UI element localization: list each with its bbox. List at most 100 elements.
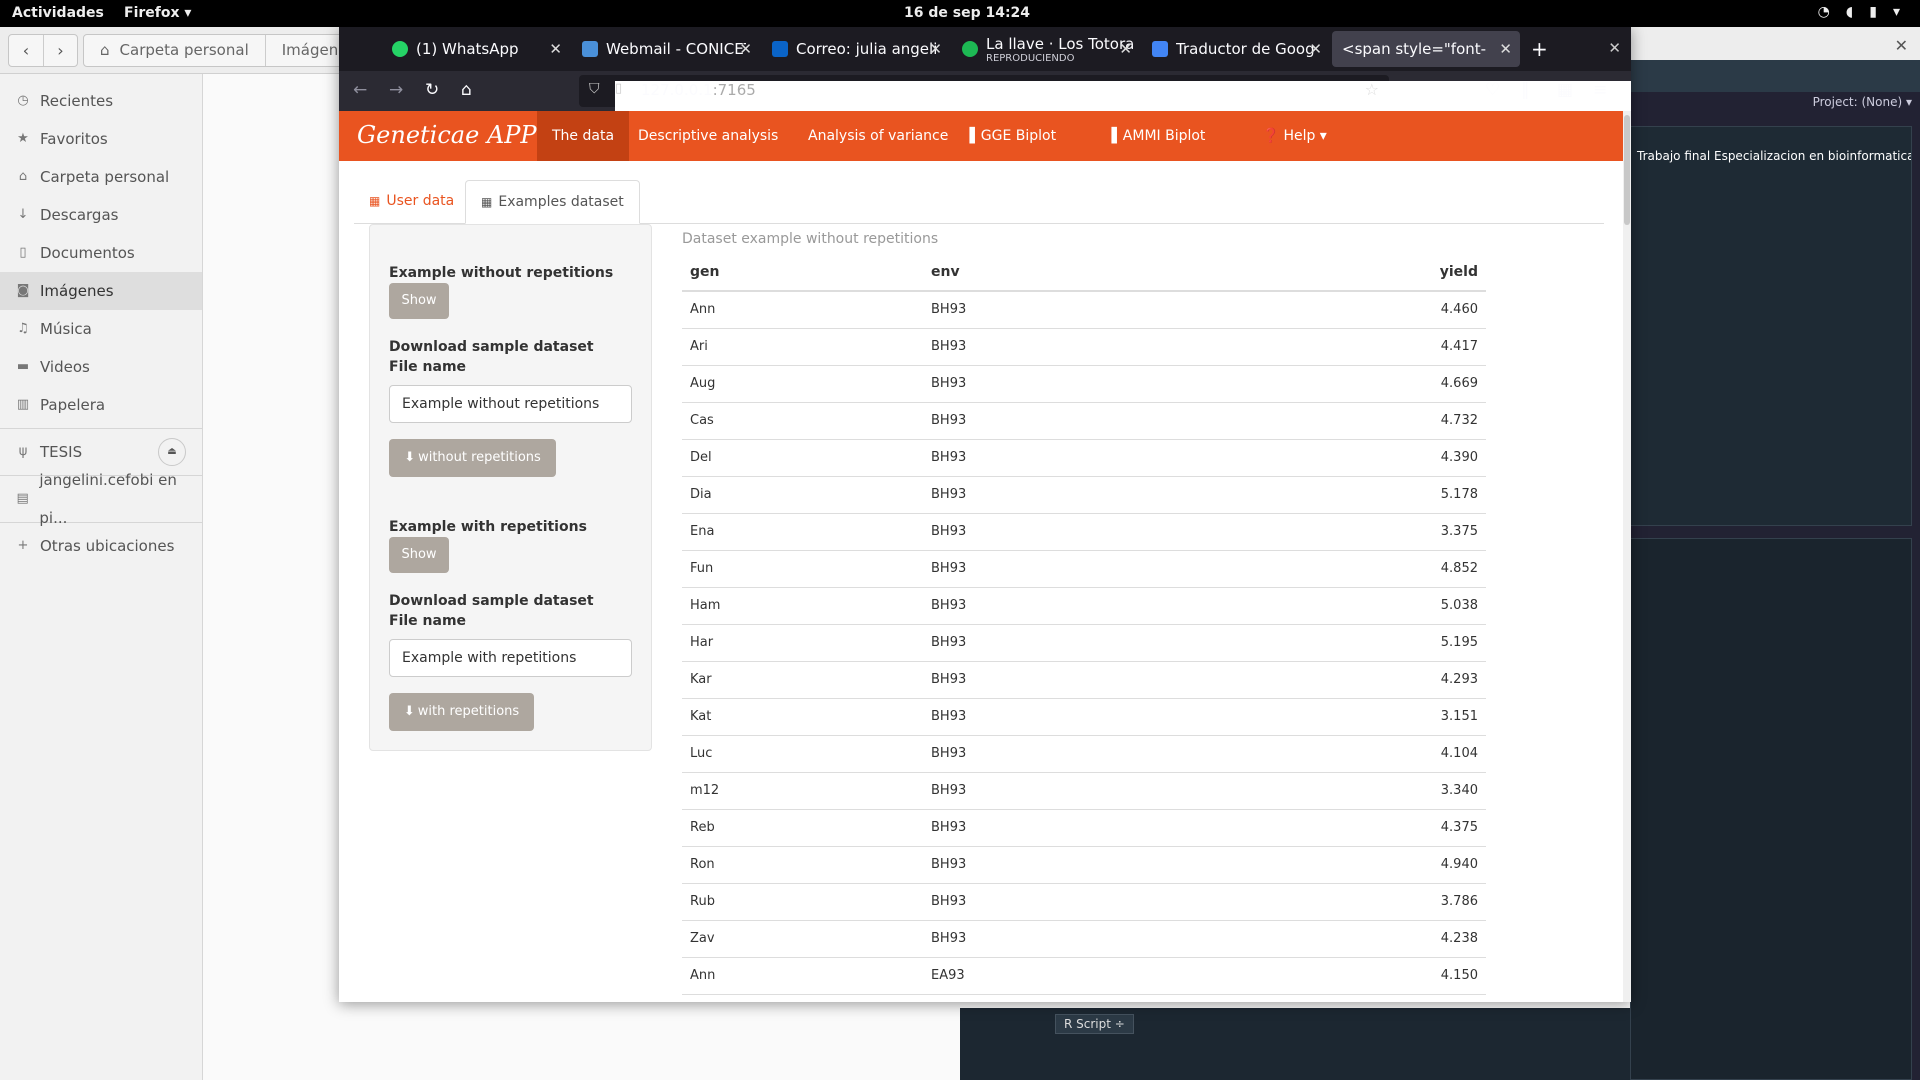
tab-spotify[interactable]: La llave · Los Totora REPRODUCIENDO ✕ (950, 31, 1140, 67)
tab-google-translate[interactable]: Traductor de Google ✕ (1140, 31, 1330, 67)
sidebar-item-images[interactable]: ◙ Imágenes (0, 272, 202, 310)
sidebar-item-downloads[interactable]: ↓ Descargas (0, 196, 202, 234)
cell-env: EA93 (931, 968, 965, 983)
clock[interactable]: 16 de sep 14:24 (904, 5, 1030, 21)
cell-env: BH93 (931, 524, 967, 539)
examples-sidebar-panel: Example without repetitions Show Downloa… (369, 224, 652, 751)
nav-analysis-of-variance[interactable]: Analysis of variance (793, 111, 963, 161)
page-scrollbar[interactable] (1623, 111, 1631, 1002)
tab-webmail[interactable]: Webmail - CONICET ✕ (570, 31, 760, 67)
close-tab-icon[interactable]: ✕ (1119, 40, 1132, 58)
cell-yield: 4.238 (1440, 931, 1478, 946)
app-brand[interactable]: Geneticae APP (357, 121, 537, 149)
cell-env: BH93 (931, 413, 967, 428)
cell-yield: 4.390 (1440, 450, 1478, 465)
close-tab-icon[interactable]: ✕ (739, 40, 752, 58)
sidebar-item-videos[interactable]: ▬ Videos (0, 348, 202, 386)
file-name-label: File name (389, 613, 467, 629)
cell-yield: 4.940 (1440, 857, 1478, 872)
back-icon[interactable]: ← (353, 80, 367, 100)
cell-env: BH93 (931, 783, 967, 798)
close-window-icon[interactable]: ✕ (1608, 39, 1621, 57)
show-with-button[interactable]: Show (389, 537, 449, 573)
cell-gen: Kar (690, 672, 712, 687)
table-row: Kat BH93 3.151 (682, 699, 1486, 736)
tab-whatsapp[interactable]: (1) WhatsApp ✕ (380, 31, 570, 67)
sidebar-item-home[interactable]: ⌂ Carpeta personal (0, 158, 202, 196)
cell-gen: Ann (690, 302, 716, 317)
cell-gen: Aug (690, 376, 716, 391)
close-icon[interactable]: ✕ (1895, 36, 1908, 55)
cell-yield: 4.669 (1440, 376, 1478, 391)
plus-icon: + (17, 538, 29, 553)
table-row: Fun BH93 4.852 (682, 551, 1486, 588)
nav-descriptive-analysis[interactable]: Descriptive analysis (623, 111, 793, 161)
system-tray[interactable]: ◔ ◖ ▮ ▾ (1818, 4, 1900, 20)
library-icon[interactable]: ‖ (1521, 80, 1530, 100)
menu-icon[interactable]: ≡ (1593, 80, 1607, 100)
download-with-button[interactable]: ⬇ with repetitions (389, 693, 534, 731)
chevron-down-icon: ▾ (1892, 4, 1900, 20)
new-tab-icon[interactable]: + (1531, 37, 1548, 61)
file-name-without-input[interactable]: Example without repetitions (389, 385, 632, 423)
wifi-icon: ◔ (1817, 4, 1830, 20)
volume-icon: ◖ (1845, 4, 1854, 20)
nav-gge-biplot[interactable]: ▐ GGE Biplot (949, 111, 1071, 161)
url-bar[interactable]: ⛉ ▯ 127.0.0.1:7165 ☆ (579, 75, 1631, 972)
mail-icon (582, 41, 598, 57)
cell-yield: 3.786 (1440, 894, 1478, 909)
sidebar-item-favorites[interactable]: ★ Favoritos (0, 120, 202, 158)
cell-gen: Dia (690, 487, 712, 502)
nav-ammi-biplot[interactable]: ▐ AMMI Biplot (1091, 111, 1220, 161)
forward-icon[interactable]: › (43, 35, 77, 66)
file-name-label: File name (389, 359, 467, 375)
tab-user-data[interactable]: ▦ User data (354, 180, 469, 224)
show-without-button[interactable]: Show (389, 283, 449, 319)
breadcrumb: ⌂ Carpeta personal Imágenes (83, 34, 373, 67)
bookmark-star-icon[interactable]: ☆ (1365, 80, 1379, 99)
close-tab-icon[interactable]: ✕ (549, 40, 562, 58)
scrollbar-thumb[interactable] (1624, 115, 1630, 225)
sidebar-item-other-locations[interactable]: + Otras ubicaciones (0, 527, 202, 565)
sidebar-item-trash[interactable]: ▥ Papelera (0, 386, 202, 424)
project-menu[interactable]: Project: (None) ▾ (1813, 95, 1912, 109)
close-tab-icon[interactable]: ✕ (1309, 40, 1322, 58)
column-header-yield[interactable]: yield (1440, 264, 1478, 280)
tab-geneticae[interactable]: <span style="font-family ✕ (1332, 31, 1520, 67)
file-name-with-input[interactable]: Example with repetitions (389, 639, 632, 677)
column-header-gen[interactable]: gen (690, 264, 719, 280)
download-title: Download sample dataset (389, 593, 594, 609)
tab-outlook[interactable]: Correo: julia angelini ✕ (760, 31, 950, 67)
download-without-button[interactable]: ⬇ without repetitions (389, 439, 556, 477)
cell-env: BH93 (931, 598, 967, 613)
cell-gen: Ron (690, 857, 715, 872)
sidebar-item-music[interactable]: ♫ Música (0, 310, 202, 348)
app-menu-button[interactable]: Firefox ▾ (124, 5, 191, 21)
data-tabs: ▦ User data ▦ Examples dataset (354, 180, 1604, 224)
script-type-selector[interactable]: R Script ÷ (1055, 1014, 1134, 1034)
nav-the-data[interactable]: The data (537, 111, 630, 161)
clock-icon: ◷ (17, 93, 29, 108)
sidebar-item-documents[interactable]: ▯ Documentos (0, 234, 202, 272)
cell-gen: Ham (690, 598, 721, 613)
close-tab-icon[interactable]: ✕ (1499, 40, 1512, 58)
activities-button[interactable]: Actividades (12, 5, 104, 21)
grid-icon[interactable]: ▦ (1557, 80, 1573, 100)
pocket-icon[interactable]: ♡ (1485, 80, 1500, 100)
sidebar-item-recent[interactable]: ◷ Recientes (0, 82, 202, 120)
download-icon: ⬇ (403, 704, 415, 719)
close-tab-icon[interactable]: ✕ (929, 40, 942, 58)
breadcrumb-home[interactable]: ⌂ Carpeta personal (84, 35, 265, 66)
cell-gen: Zav (690, 931, 715, 946)
nav-help[interactable]: ❓ Help ▾ (1247, 111, 1342, 161)
cell-env: BH93 (931, 894, 967, 909)
web-page: Geneticae APP The data Descriptive analy… (339, 111, 1631, 1002)
reload-icon[interactable]: ↻ (425, 80, 439, 100)
forward-icon[interactable]: → (389, 80, 403, 100)
home-icon[interactable]: ⌂ (461, 80, 472, 100)
tab-examples-dataset[interactable]: ▦ Examples dataset (465, 180, 640, 224)
sidebar-item-network[interactable]: ▤ jangelini.cefobi en pi... (0, 471, 202, 527)
table-row: Har BH93 5.195 (682, 625, 1486, 662)
column-header-env[interactable]: env (931, 264, 960, 280)
back-icon[interactable]: ‹ (9, 35, 43, 66)
